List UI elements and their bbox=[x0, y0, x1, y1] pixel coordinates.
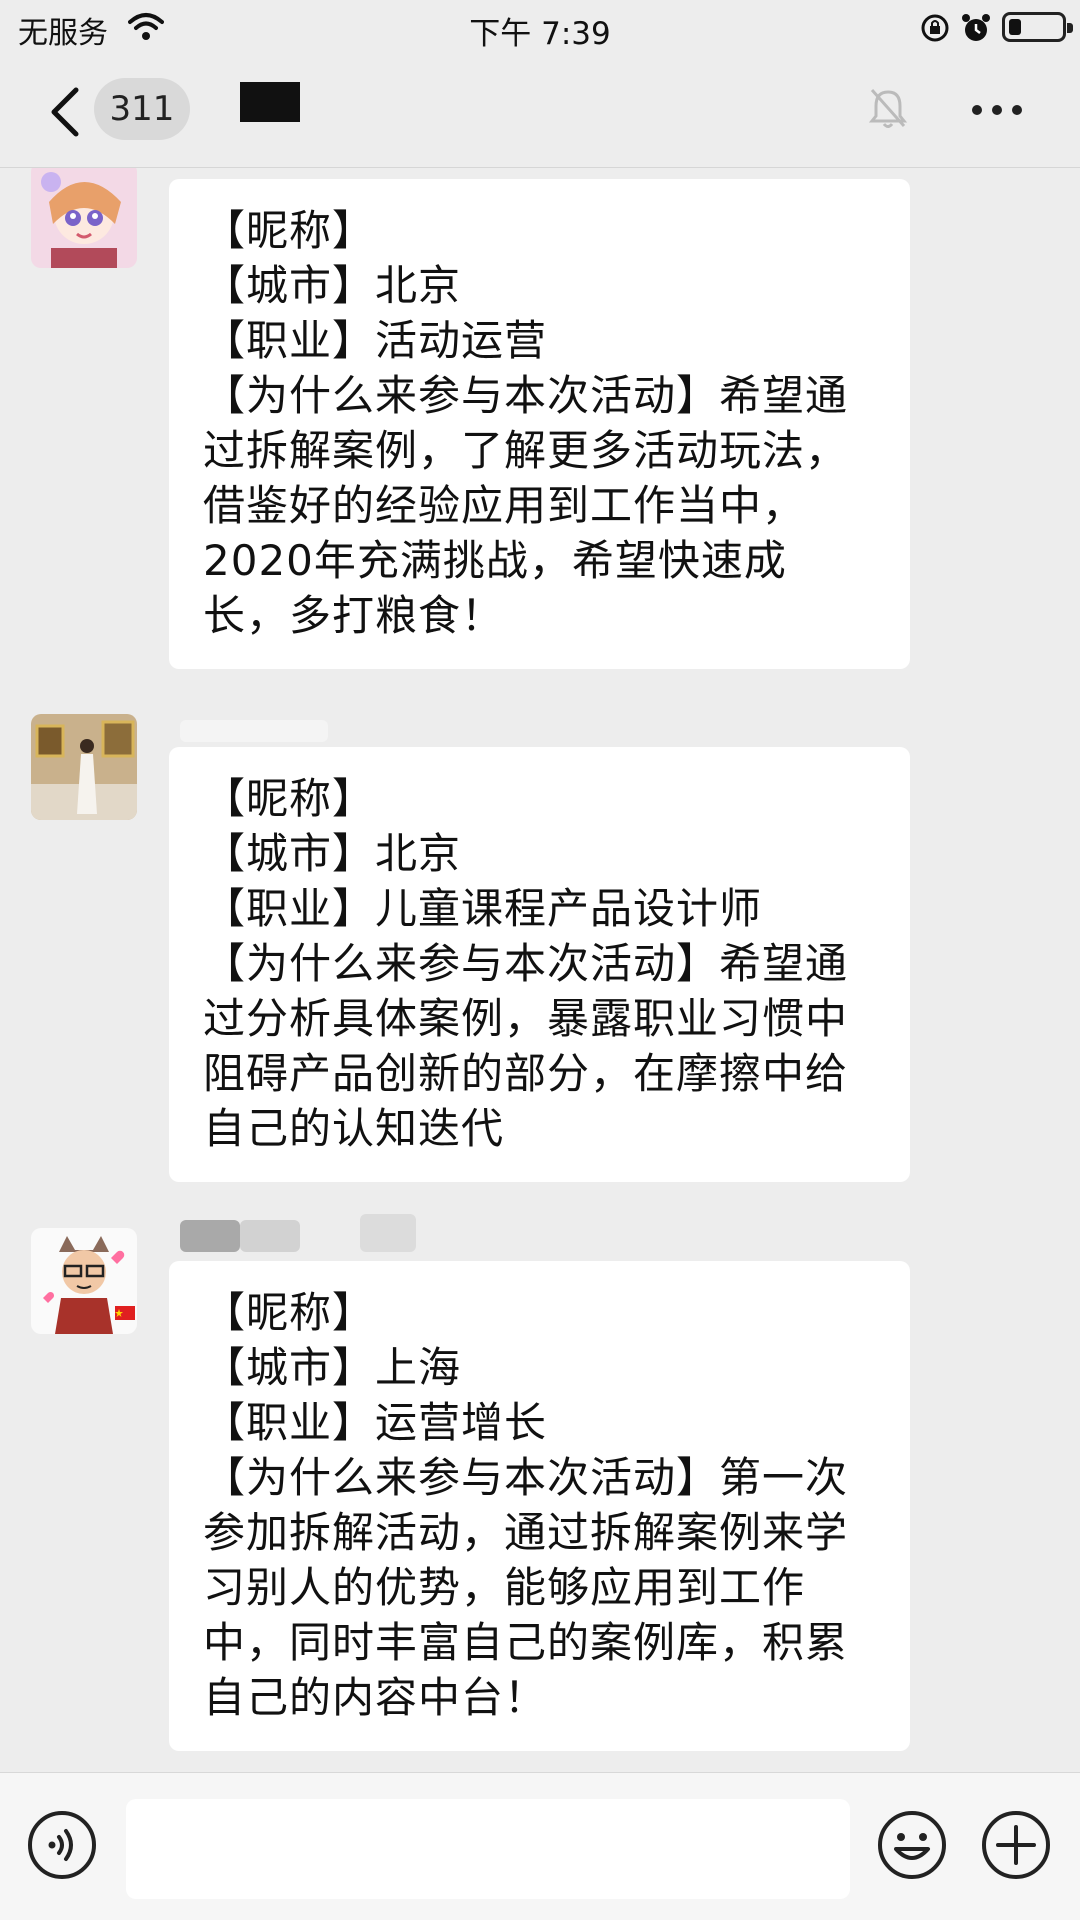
message-line: 参加拆解活动，通过拆解案例来学 bbox=[203, 1508, 849, 1557]
status-bar: 无服务 下午 7:39 bbox=[0, 0, 1080, 56]
message-line: 【职业】运营增长 bbox=[203, 1398, 548, 1447]
redacted-sender-name bbox=[180, 1220, 240, 1252]
redacted-chat-title bbox=[240, 82, 300, 122]
avatar[interactable] bbox=[31, 714, 137, 820]
message-line: 【为什么来参与本次活动】希望通 bbox=[203, 939, 849, 988]
emoji-icon[interactable] bbox=[876, 1809, 948, 1881]
plus-icon[interactable] bbox=[980, 1809, 1052, 1881]
message-line: 中，同时丰富自己的案例库，积累 bbox=[203, 1618, 849, 1667]
redacted-sender-name bbox=[360, 1214, 416, 1252]
message-line: 借鉴好的经验应用到工作当中， bbox=[203, 481, 806, 530]
more-icon[interactable] bbox=[970, 102, 1024, 118]
chevron-left-icon[interactable] bbox=[46, 84, 86, 140]
alarm-icon bbox=[962, 14, 990, 41]
message-bubble[interactable]: 【昵称】 【城市】北京 【职业】儿童课程产品设计师 【为什么来参与本次活动】希望… bbox=[169, 747, 910, 1182]
message-input[interactable] bbox=[126, 1799, 850, 1899]
message-line: 【昵称】 bbox=[203, 774, 376, 823]
unread-count-badge[interactable]: 311 bbox=[94, 78, 190, 140]
avatar[interactable] bbox=[31, 1228, 137, 1334]
message-line: 【职业】活动运营 bbox=[203, 316, 548, 365]
avatar[interactable] bbox=[31, 168, 137, 268]
message-line: 2020年充满挑战，希望快速成 bbox=[203, 536, 787, 585]
rotation-lock-icon bbox=[921, 14, 949, 42]
message-bubble[interactable]: 【昵称】 【城市】北京 【职业】活动运营 【为什么来参与本次活动】希望通 过拆解… bbox=[169, 179, 910, 669]
message-line: 【职业】儿童课程产品设计师 bbox=[203, 884, 763, 933]
message-line: 长，多打粮食！ bbox=[203, 591, 505, 640]
message-line: 【昵称】 bbox=[203, 206, 376, 255]
message-bubble[interactable]: 【昵称】 【城市】上海 【职业】运营增长 【为什么来参与本次活动】第一次 参加拆… bbox=[169, 1261, 910, 1751]
message-line: 自己的认知迭代 bbox=[203, 1104, 505, 1153]
message-line: 【城市】上海 bbox=[203, 1343, 462, 1392]
message-line: 阻碍产品创新的部分，在摩擦中给 bbox=[203, 1049, 849, 1098]
message-list: 【昵称】 【城市】北京 【职业】活动运营 【为什么来参与本次活动】希望通 过拆解… bbox=[0, 168, 1080, 1772]
chat-header: 311 bbox=[0, 56, 1080, 168]
input-bar bbox=[0, 1772, 1080, 1920]
battery-icon bbox=[1002, 12, 1073, 42]
message-line: 过拆解案例，了解更多活动玩法， bbox=[203, 426, 849, 475]
message-line: 【城市】北京 bbox=[203, 261, 462, 310]
bell-slash-icon bbox=[868, 89, 908, 128]
clock-time: 下午 7:39 bbox=[469, 16, 611, 52]
message-line: 【为什么来参与本次活动】第一次 bbox=[203, 1453, 849, 1502]
redacted-sender-name bbox=[240, 1220, 300, 1252]
message-line: 【昵称】 bbox=[203, 1288, 376, 1337]
voice-icon[interactable] bbox=[26, 1809, 98, 1881]
message-line: 习别人的优势，能够应用到工作 bbox=[203, 1563, 806, 1612]
message-line: 【城市】北京 bbox=[203, 829, 462, 878]
message-line: 【为什么来参与本次活动】希望通 bbox=[203, 371, 849, 420]
message-line: 过分析具体案例，暴露职业习惯中 bbox=[203, 994, 849, 1043]
message-line: 自己的内容中台！ bbox=[203, 1673, 548, 1722]
redacted-sender-name bbox=[180, 720, 328, 742]
